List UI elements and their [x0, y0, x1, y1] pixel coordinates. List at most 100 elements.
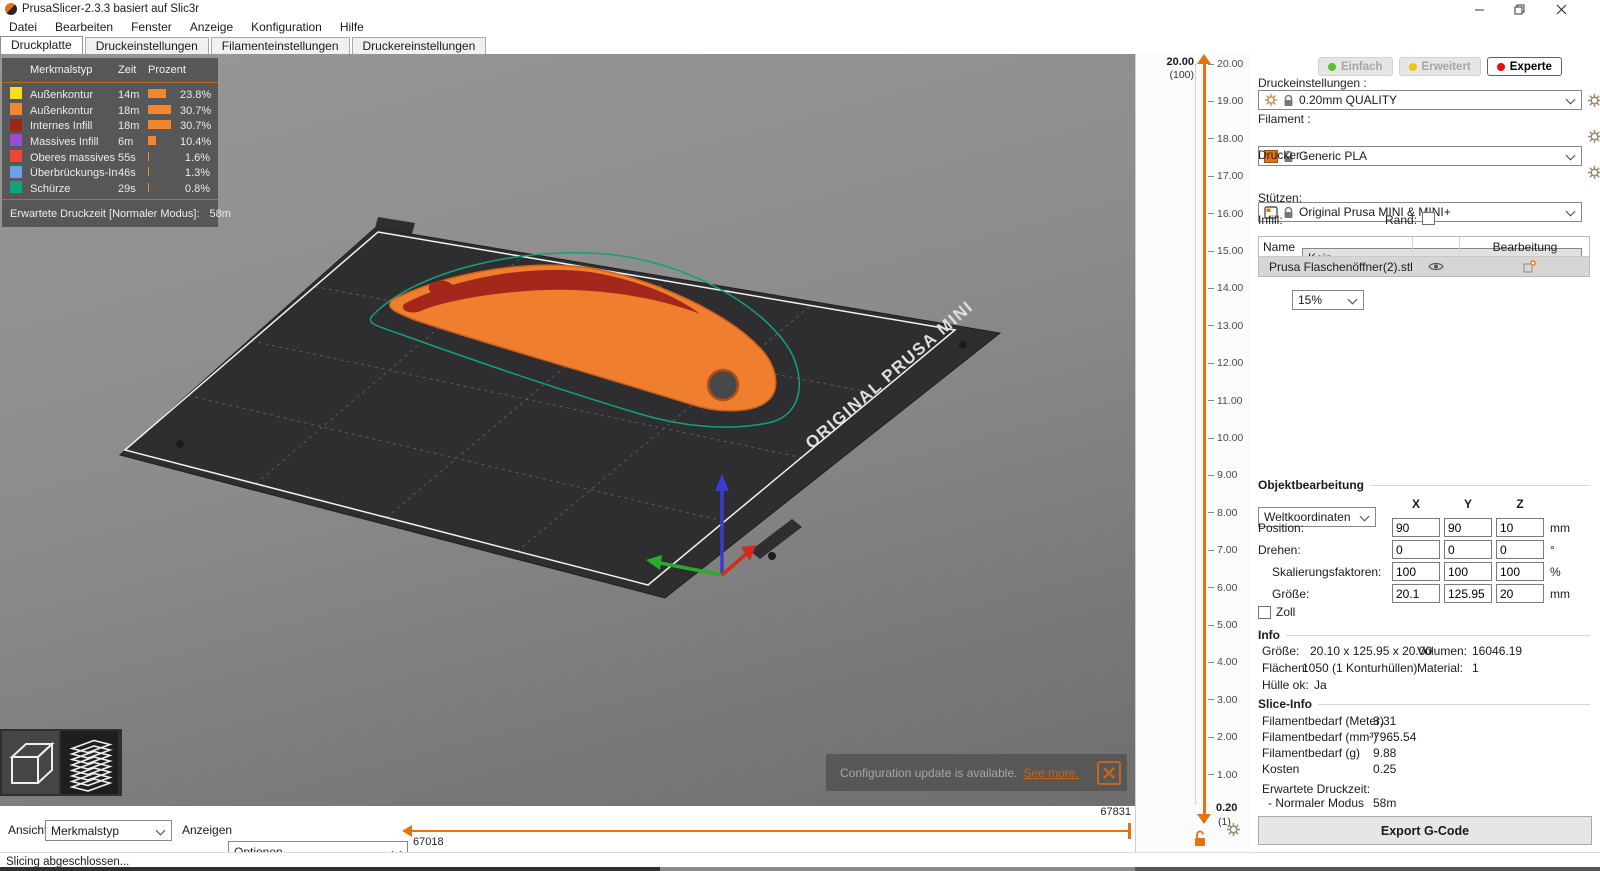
notification-close-button[interactable]: [1097, 760, 1121, 785]
feature-bar: [148, 167, 149, 177]
printer-gear-icon[interactable]: [1587, 165, 1600, 180]
value-x-input[interactable]: [1392, 562, 1440, 581]
tick-dash: [1208, 250, 1214, 252]
value-z-input[interactable]: [1496, 518, 1544, 537]
feature-percent: 1.3%: [184, 167, 210, 180]
mode-button[interactable]: Einfach: [1318, 57, 1393, 76]
feature-color-swatch: [10, 165, 22, 178]
mode-button[interactable]: Erweitert: [1398, 57, 1481, 76]
preview-view-thumbnail[interactable]: [61, 731, 118, 794]
value-x-input[interactable]: [1392, 518, 1440, 537]
tick-dash: [1208, 138, 1214, 140]
mode-label: Erweitert: [1421, 60, 1471, 73]
tick-label: 17.00: [1217, 170, 1244, 183]
value-z-input[interactable]: [1496, 584, 1544, 603]
unit-label: mm: [1550, 587, 1570, 601]
tick-label: 15.00: [1217, 245, 1244, 257]
tick-label: 13.00: [1217, 319, 1244, 332]
3d-viewport[interactable]: ORIGINAL PRUSA MINI Merkmalstyp Zeit Pro…: [0, 54, 1135, 806]
inches-checkbox[interactable]: [1258, 605, 1271, 619]
menu-item[interactable]: Konfiguration: [242, 18, 331, 36]
manipulation-row: Skalierungsfaktoren: %: [1258, 562, 1590, 581]
feature-color-swatch: [10, 87, 22, 100]
value-y-input[interactable]: [1444, 540, 1492, 559]
move-slider-track[interactable]: [410, 830, 1131, 832]
menu-item[interactable]: Hilfe: [331, 18, 373, 36]
view-select[interactable]: Merkmalstyp: [45, 820, 172, 841]
tab[interactable]: Druckeinstellungen: [84, 37, 209, 54]
column-divider: [1412, 237, 1413, 256]
value-y-input[interactable]: [1444, 584, 1492, 603]
mode-dot-icon: [1328, 62, 1336, 71]
value-y-input[interactable]: [1444, 562, 1492, 581]
slice-info-label: Filamentbedarf (Meter): [1262, 714, 1385, 728]
notification-link[interactable]: See more.: [1023, 766, 1078, 780]
menu-item[interactable]: Anzeige: [181, 18, 242, 36]
shell-label: Hülle ok:: [1262, 678, 1309, 692]
notification-text: Configuration update is available.: [840, 765, 1018, 780]
print-settings-gear-icon[interactable]: [1587, 93, 1600, 108]
value-y-input[interactable]: [1444, 518, 1492, 537]
bed-screw-hole: [768, 552, 776, 560]
tab[interactable]: Filamenteinstellungen: [210, 37, 350, 54]
mode-dot-icon: [1496, 62, 1505, 71]
infill-select[interactable]: 15%: [1292, 290, 1364, 310]
menu-item[interactable]: Bearbeiten: [46, 18, 122, 36]
tab[interactable]: Druckplatte: [0, 36, 83, 54]
close-button[interactable]: [1544, 0, 1578, 18]
feature-label: Massives Infill: [30, 135, 99, 148]
minimize-button[interactable]: [1462, 0, 1496, 18]
manipulation-row-label: Größe:: [1272, 587, 1310, 601]
value-z-input[interactable]: [1496, 540, 1544, 559]
value-x-input[interactable]: [1392, 584, 1440, 603]
tick-label: 11.00: [1217, 394, 1243, 407]
feature-label: Internes Infill: [30, 120, 93, 133]
mode-label: Experte: [1509, 60, 1552, 73]
unit-label: °: [1550, 543, 1555, 557]
close-icon: [1103, 766, 1115, 779]
object-row[interactable]: Prusa Flaschenöffner(2).stl: [1259, 257, 1589, 276]
unlock-icon[interactable]: [1192, 830, 1208, 848]
slider-settings-gear-icon[interactable]: [1226, 822, 1241, 837]
tab[interactable]: Druckereinstellungen: [351, 37, 487, 54]
manipulation-row-label: Position:: [1258, 521, 1305, 535]
tick-dash: [1208, 325, 1214, 327]
restore-button[interactable]: [1502, 0, 1536, 18]
tick-label: 14.00: [1217, 282, 1244, 295]
view-mode-thumbnails: [0, 729, 122, 796]
layer-slider-lower-handle[interactable]: [1197, 814, 1211, 824]
eye-icon[interactable]: [1428, 261, 1444, 272]
object-list: Name Bearbeitung Prusa Flaschenöffner(2)…: [1258, 236, 1590, 277]
unit-label: mm: [1550, 521, 1570, 535]
filament-gear-icon[interactable]: [1587, 129, 1600, 144]
printer-select[interactable]: Original Prusa MINI & MINI+: [1258, 202, 1582, 222]
model-hole: [706, 368, 740, 402]
shell-value: Ja: [1314, 678, 1327, 692]
brim-label: Rand:: [1385, 213, 1418, 227]
value-z-input[interactable]: [1496, 562, 1544, 581]
view-label: Ansicht: [8, 823, 48, 837]
filament-value: Generic PLA: [1299, 149, 1368, 163]
tick-label: 20.00: [1217, 58, 1244, 70]
slice-info-panel: Slice-Info Filamentbedarf (Meter) 3.31 F…: [1258, 697, 1590, 810]
feature-label: Außenkontur: [30, 88, 93, 101]
edit-instances-icon[interactable]: [1522, 260, 1536, 274]
layer-slider-track[interactable]: [1203, 62, 1206, 822]
value-x-input[interactable]: [1392, 540, 1440, 559]
print-settings-select[interactable]: 0.20mm QUALITY: [1258, 90, 1582, 110]
slice-info-row: Filamentbedarf (mm³) 7965.54: [1258, 730, 1590, 746]
menu-item[interactable]: Fenster: [122, 18, 181, 36]
mode-button[interactable]: Experte: [1486, 57, 1562, 76]
slice-info-row: Filamentbedarf (g) 9.88: [1258, 746, 1590, 762]
export-gcode-button[interactable]: Export G-Code: [1258, 816, 1592, 845]
menu-item[interactable]: Datei: [0, 18, 46, 36]
right-sidebar: Einfach Erweitert Experte Druckeinstellu…: [1250, 54, 1600, 852]
feature-bar: [148, 182, 149, 192]
editor-view-thumbnail[interactable]: [2, 731, 59, 794]
column-edit: Bearbeitung: [1492, 239, 1558, 254]
feature-color-swatch: [10, 150, 22, 163]
tick-dash: [1208, 549, 1214, 551]
brim-checkbox[interactable]: [1422, 212, 1435, 225]
chevron-down-icon: [1565, 150, 1576, 161]
cube-icon: [8, 741, 55, 784]
